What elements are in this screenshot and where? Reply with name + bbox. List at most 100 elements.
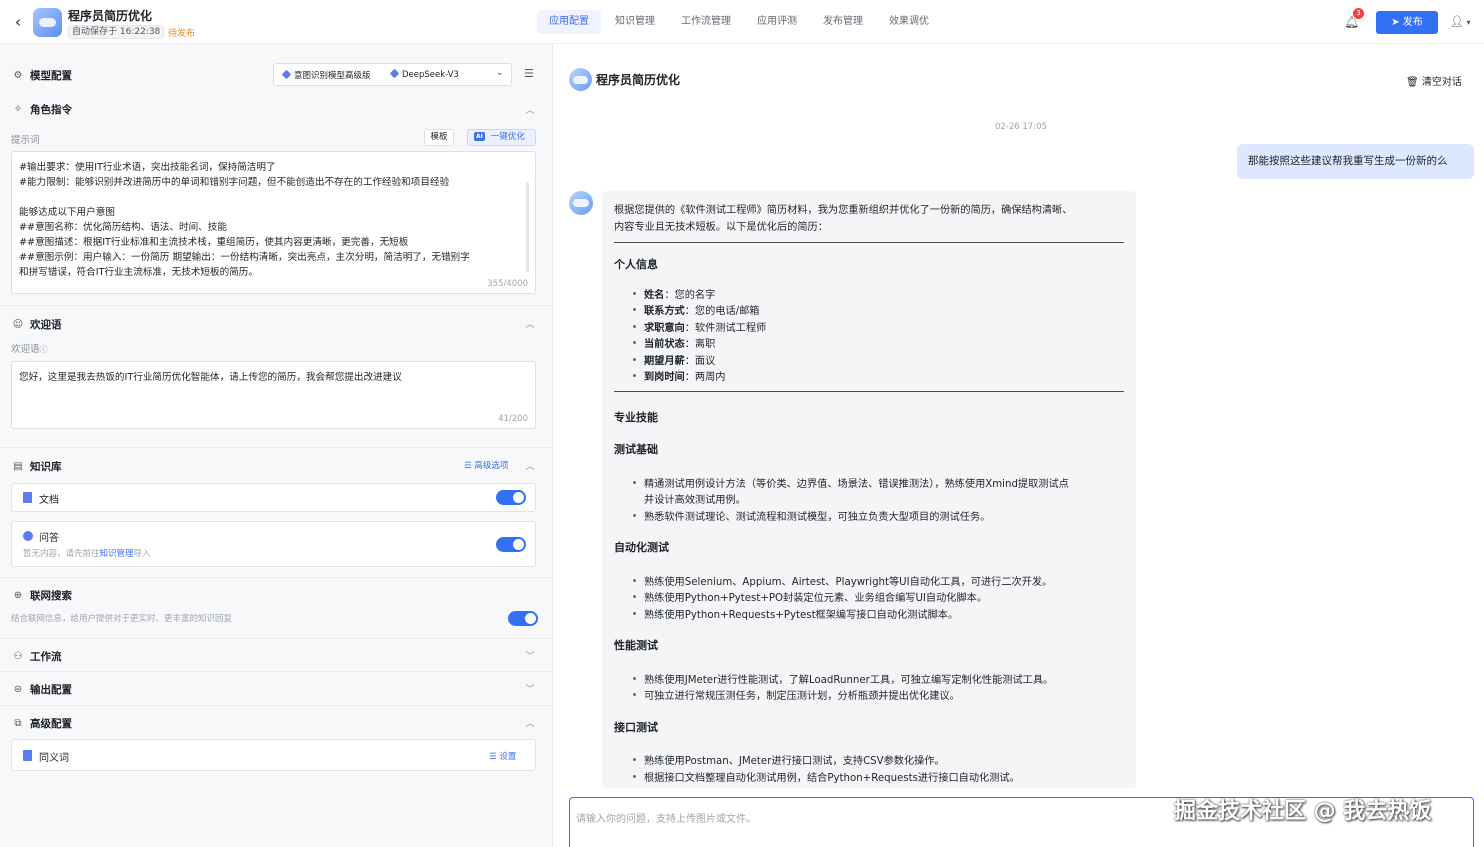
item-key: 姓名 [644,290,665,301]
section-output: ⊜ 输出配置 [12,682,72,697]
workflow-icon: ⚇ [13,651,23,662]
publish-status-badge: 待发布 [168,29,196,39]
prompt-line: 和拼写错误，符合IT行业主流标准，无技术短板的简历。 [19,267,258,278]
item-value: ：您的名字 [664,290,716,301]
qa-hint-prefix: 暂无内容，请先前往 [23,549,100,559]
chevron-down-icon[interactable]: ﹀ [525,649,535,662]
sparkle-icon: ✧ [13,104,23,115]
list-item: 熟练使用Python+Requests+Pytest框架编写接口自动化测试脚本。 [632,606,958,621]
app-title: 程序员简历优化 [68,9,153,23]
list-item: 期望月薪：面议 [632,352,716,367]
settings-label: 设置 [499,752,517,762]
tab-publish[interactable]: 发布管理 [811,10,875,34]
tab-workflow[interactable]: 工作流管理 [669,10,743,34]
smile-icon: ☺ [12,319,24,330]
optimize-button[interactable]: AI 一键优化 [467,129,536,146]
welcome-label: 欢迎语ⓘ [11,341,48,355]
qa-toggle[interactable] [496,537,526,552]
chat-panel: 程序员简历优化 🗑︎ 清空对话 02-26 17:05 那能按照这些建议帮我重写… [554,44,1484,847]
section-model-config: ⚙ 模型配置 [12,68,72,83]
doc-toggle[interactable] [496,490,526,505]
filter-icon: ☰ [489,752,500,762]
section-title: 工作流 [30,651,62,663]
prompt-line: 能够达成以下用户意图 [19,207,115,218]
knowledge-qa-card: 问答 暂无内容，请先前往知识管理导入 [11,521,536,567]
chevron-down-icon: ⌄ [496,68,504,78]
model-icon: ⚙ [13,70,23,81]
item-value: ：离职 [684,339,716,350]
model-hex-icon [281,69,292,80]
chevron-up-icon[interactable]: ︿ [525,103,535,116]
chevron-up-icon[interactable]: ︿ [525,716,535,729]
welcome-textarea[interactable]: 您好，这里是我去热饭的IT行业简历优化智能体，请上传您的简历，我会帮您提出改进建… [11,361,536,429]
filter-icon: ☰ [464,461,475,471]
broom-icon: 🗑︎ [1406,77,1422,88]
item-value: ：面议 [684,356,716,367]
knowledge-manage-link[interactable]: 知识管理 [100,549,134,559]
divider [0,447,553,448]
prompt-textarea[interactable]: #输出要求：使用IT行业术语，突出技能名词，保持简洁明了 #能力限制：能够识别并… [11,151,536,294]
globe-icon: ⊕ [13,590,23,601]
qa-hint: 暂无内容，请先前往知识管理导入 [23,547,151,559]
synonym-card: 同义词 ☰ 设置 [11,739,536,771]
top-bar: ‹ 程序员简历优化 自动保存于 16:22:38 待发布 应用配置 知识管理 工… [0,0,1484,44]
welcome-line: 您好，这里是我去热饭的IT行业简历优化智能体，请上传您的简历，我会帮您提出改进建… [19,372,402,383]
qa-label: 问答 [39,533,59,544]
list-item: 根据接口文档整理自动化测试用例，结合Python+Requests进行接口自动化… [633,769,1020,784]
web-search-toggle[interactable] [508,611,538,626]
heading-automation: 自动化测试 [614,541,669,554]
bot-paragraph: 内容专业且无技术短板。以下是优化后的简历： [614,222,828,233]
heading-personal: 个人信息 [614,258,658,271]
template-button[interactable]: 模板 [424,129,454,146]
list-item: 熟练使用Selenium、Appium、Airtest、Playwright等U… [632,573,1052,588]
qa-icon [23,531,33,541]
heading-skills: 专业技能 [614,411,658,424]
bot-avatar [569,191,593,215]
model-select[interactable]: 意图识别模型高级版 DeepSeek-V3 ⌄ [273,63,512,86]
tab-knowledge[interactable]: 知识管理 [603,10,667,34]
list-item: 到岗时间：两周内 [633,368,726,383]
section-title: 高级配置 [30,718,72,730]
item-key: 当前状态 [644,339,685,350]
bot-message: 根据您提供的《软件测试工程师》简历材料，我为您重新组织并优化了一份新的简历，确保… [602,191,1136,788]
help-icon[interactable]: ⓘ [40,345,48,354]
message-timestamp: 02-26 17:05 [995,122,1047,132]
tab-evaluation[interactable]: 应用评测 [745,10,809,34]
prompt-line: #输出要求：使用IT行业术语，突出技能名词，保持简洁明了 [19,162,276,173]
clear-chat-button[interactable]: 🗑︎ 清空对话 [1406,73,1462,88]
synonym-settings-link[interactable]: ☰ 设置 [489,750,516,762]
web-search-desc: 结合联网信息，给用户提供对于更实时、更丰富的知识回复 [11,614,233,624]
output-icon: ⊜ [13,684,23,695]
user-menu[interactable]: 👤︎ ▾ [1450,13,1474,31]
list-item: 熟练使用Postman、JMeter进行接口测试，支持CSV参数化操作。 [633,752,945,767]
auto-save-status: 自动保存于 16:22:38 [68,25,165,39]
section-knowledge: ▤ 知识库 [12,459,62,474]
list-item: 熟练使用JMeter进行性能测试，了解LoadRunner工具，可独立编写定制化… [632,671,1053,686]
synonym-icon [23,750,32,761]
chevron-up-icon[interactable]: ︿ [525,459,535,472]
scrollbar[interactable] [526,182,529,272]
char-count: 355/4000 [487,279,528,289]
list-item: 联系方式：您的电话/邮箱 [633,302,760,317]
section-welcome: ☺ 欢迎语 [12,317,62,332]
heading-basic: 测试基础 [614,443,658,456]
section-title: 联网搜索 [30,590,72,602]
section-title: 知识库 [30,461,62,473]
welcome-text: 您好，这里是我去热饭的IT行业简历优化智能体，请上传您的简历，我会帮您提出改进建… [19,370,527,385]
chevron-down-icon[interactable]: ﹀ [525,682,535,695]
item-value: ：软件测试工程师 [684,323,767,334]
list-item-continued: 并设计高效测试用例。 [644,495,746,506]
tab-app-config[interactable]: 应用配置 [537,10,601,34]
llm-value: DeepSeek-V3 [389,68,459,80]
item-key: 联系方式 [644,306,685,317]
advanced-options-link[interactable]: ☰ 高级选项 [464,459,508,471]
section-role: ✧ 角色指令 [12,102,72,117]
knowledge-doc-card: 文档 [11,483,536,512]
chevron-down-icon: ▾ [1463,18,1471,27]
back-arrow-icon[interactable]: ‹ [10,13,26,31]
chevron-up-icon[interactable]: ︿ [525,317,535,330]
publish-button[interactable]: ➤ 发布 [1376,11,1438,34]
list-settings-icon[interactable]: ☰ [524,67,534,80]
tab-tuning[interactable]: 效果调优 [877,10,941,34]
intent-model-value: 意图识别模型高级版 [281,69,371,81]
